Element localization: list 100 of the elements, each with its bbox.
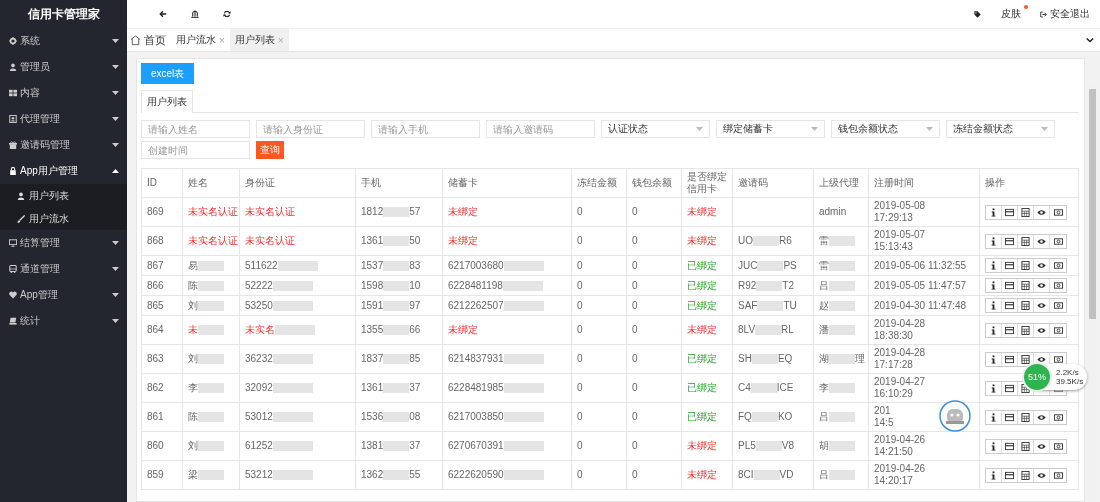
eye-button[interactable] [1034, 234, 1050, 248]
eye-button[interactable] [1034, 352, 1050, 366]
credit-card-button[interactable] [1002, 352, 1018, 366]
credit-card-button[interactable] [1002, 468, 1018, 482]
cell-text: 6270670391 [448, 440, 504, 451]
eye-icon [1037, 470, 1046, 480]
robot-icon[interactable] [939, 400, 971, 432]
tag-icon[interactable] [974, 10, 981, 18]
calculator-icon [1021, 325, 1030, 335]
page-tab[interactable]: 首页 [127, 29, 171, 51]
cell-text: 未实名认证 [188, 206, 238, 217]
cell-text: 未绑定 [448, 235, 478, 246]
dropdown[interactable]: 认证状态 [601, 120, 710, 138]
credit-card-button[interactable] [1002, 205, 1018, 219]
dropdown[interactable]: 冻结金额状态 [946, 120, 1055, 138]
sidebar-item[interactable]: 管理员 [0, 54, 127, 80]
sidebar-item[interactable]: 代理管理 [0, 106, 127, 132]
sidebar-item[interactable]: 邀请码管理 [0, 132, 127, 158]
eye-button[interactable] [1034, 205, 1050, 219]
credit-card-button[interactable] [1002, 279, 1018, 292]
calculator-button[interactable] [1018, 234, 1034, 248]
info-icon [989, 470, 998, 480]
eye-icon [1037, 354, 1046, 364]
page-tab[interactable]: 用户列表 × [229, 29, 289, 51]
cell-text: 0 [577, 382, 583, 393]
calculator-button[interactable] [1018, 299, 1034, 312]
eye-button[interactable] [1034, 299, 1050, 312]
monitor-icon [9, 239, 17, 247]
cell-text: 0 [577, 235, 583, 246]
money-icon [1053, 236, 1063, 246]
calculator-button[interactable] [1018, 468, 1034, 482]
cell-text: 0 [632, 469, 638, 480]
calculator-button[interactable] [1018, 352, 1034, 366]
credit-card-button[interactable] [1002, 381, 1018, 395]
column-header: 注册时间 [868, 168, 980, 198]
calculator-button[interactable] [1018, 439, 1034, 453]
cell-text: 1381 [361, 440, 384, 451]
credit-card-button[interactable] [1002, 439, 1018, 453]
input-field[interactable]: 请输入姓名 [141, 120, 250, 138]
eye-button[interactable] [1034, 279, 1050, 292]
eye-button[interactable] [1034, 323, 1050, 337]
credit-card-button[interactable] [1002, 323, 1018, 337]
eye-button[interactable] [1034, 468, 1050, 482]
sidebar-item[interactable]: App管理 [0, 282, 127, 308]
chevron-down-icon[interactable] [1086, 36, 1094, 44]
calculator-button[interactable] [1018, 279, 1034, 292]
cell-text: 吕 [819, 411, 829, 422]
cell-text: 未绑定 [687, 440, 717, 451]
cell-text: 已绑定 [687, 382, 717, 393]
cell-text: 66 [409, 324, 421, 335]
sidebar-item[interactable]: App用户管理 [0, 158, 127, 184]
eye-icon [1037, 301, 1046, 310]
sidebar-subitem[interactable]: 用户流水 [0, 207, 127, 230]
column-header: 邀请码 [732, 168, 814, 198]
section-tab[interactable]: 用户列表 [141, 90, 193, 113]
calculator-button[interactable] [1018, 259, 1034, 272]
column-header: 操作 [979, 168, 1079, 198]
logout-link[interactable]: 安全退出 [1050, 7, 1090, 21]
cell-text: 2019-04-28 18:38:30 [874, 318, 926, 341]
credit-card-button[interactable] [1002, 410, 1018, 424]
caret-icon [112, 65, 119, 69]
credit-card-button[interactable] [1002, 234, 1018, 248]
back-icon[interactable] [159, 10, 167, 18]
skin-link[interactable]: 皮肤 [1001, 7, 1021, 21]
info-icon [989, 261, 998, 270]
sidebar-item[interactable]: 系统 [0, 28, 127, 54]
refresh-icon[interactable] [223, 10, 231, 18]
scroll-thumb[interactable] [1089, 89, 1096, 319]
sidebar-item[interactable]: 统计 [0, 308, 127, 334]
credit-card-button[interactable] [1002, 299, 1018, 312]
cell-text: 0 [577, 279, 583, 291]
cell-text: R6 [779, 235, 792, 246]
sidebar-item[interactable]: 内容 [0, 80, 127, 106]
column-header: 姓名 [182, 168, 240, 198]
input-field[interactable]: 请输入身份证 [256, 120, 365, 138]
page-tab[interactable]: 用户流水 × [171, 29, 230, 51]
eye-button[interactable] [1034, 259, 1050, 272]
dropdown[interactable]: 绑定储蓄卡 [716, 120, 825, 138]
eye-button[interactable] [1034, 410, 1050, 424]
cell-text: 6222620590 [448, 469, 504, 480]
input-field[interactable]: 请输入手机 [371, 120, 480, 138]
eye-icon [1037, 281, 1046, 290]
cell-text: 李 [188, 382, 198, 393]
cell-text: V8 [781, 440, 795, 451]
eye-button[interactable] [1034, 439, 1050, 453]
cell-text: FQ [738, 411, 752, 422]
input-field[interactable]: 创建时间 [141, 141, 250, 159]
dropdown[interactable]: 钱包余额状态 [831, 120, 940, 138]
caret-icon [811, 127, 818, 131]
credit-card-button[interactable] [1002, 259, 1018, 272]
bank-icon[interactable] [191, 10, 199, 18]
sidebar-item[interactable]: 结算管理 [0, 230, 127, 256]
sidebar-item[interactable]: 通道管理 [0, 256, 127, 282]
sidebar-subitem[interactable]: 用户列表 [0, 184, 127, 207]
cell-text: 1361 [361, 235, 384, 246]
calculator-button[interactable] [1018, 205, 1034, 219]
calculator-button[interactable] [1018, 410, 1034, 424]
input-field[interactable]: 请输入邀请码 [486, 120, 595, 138]
cell-text: 869 [147, 206, 164, 217]
calculator-button[interactable] [1018, 323, 1034, 337]
